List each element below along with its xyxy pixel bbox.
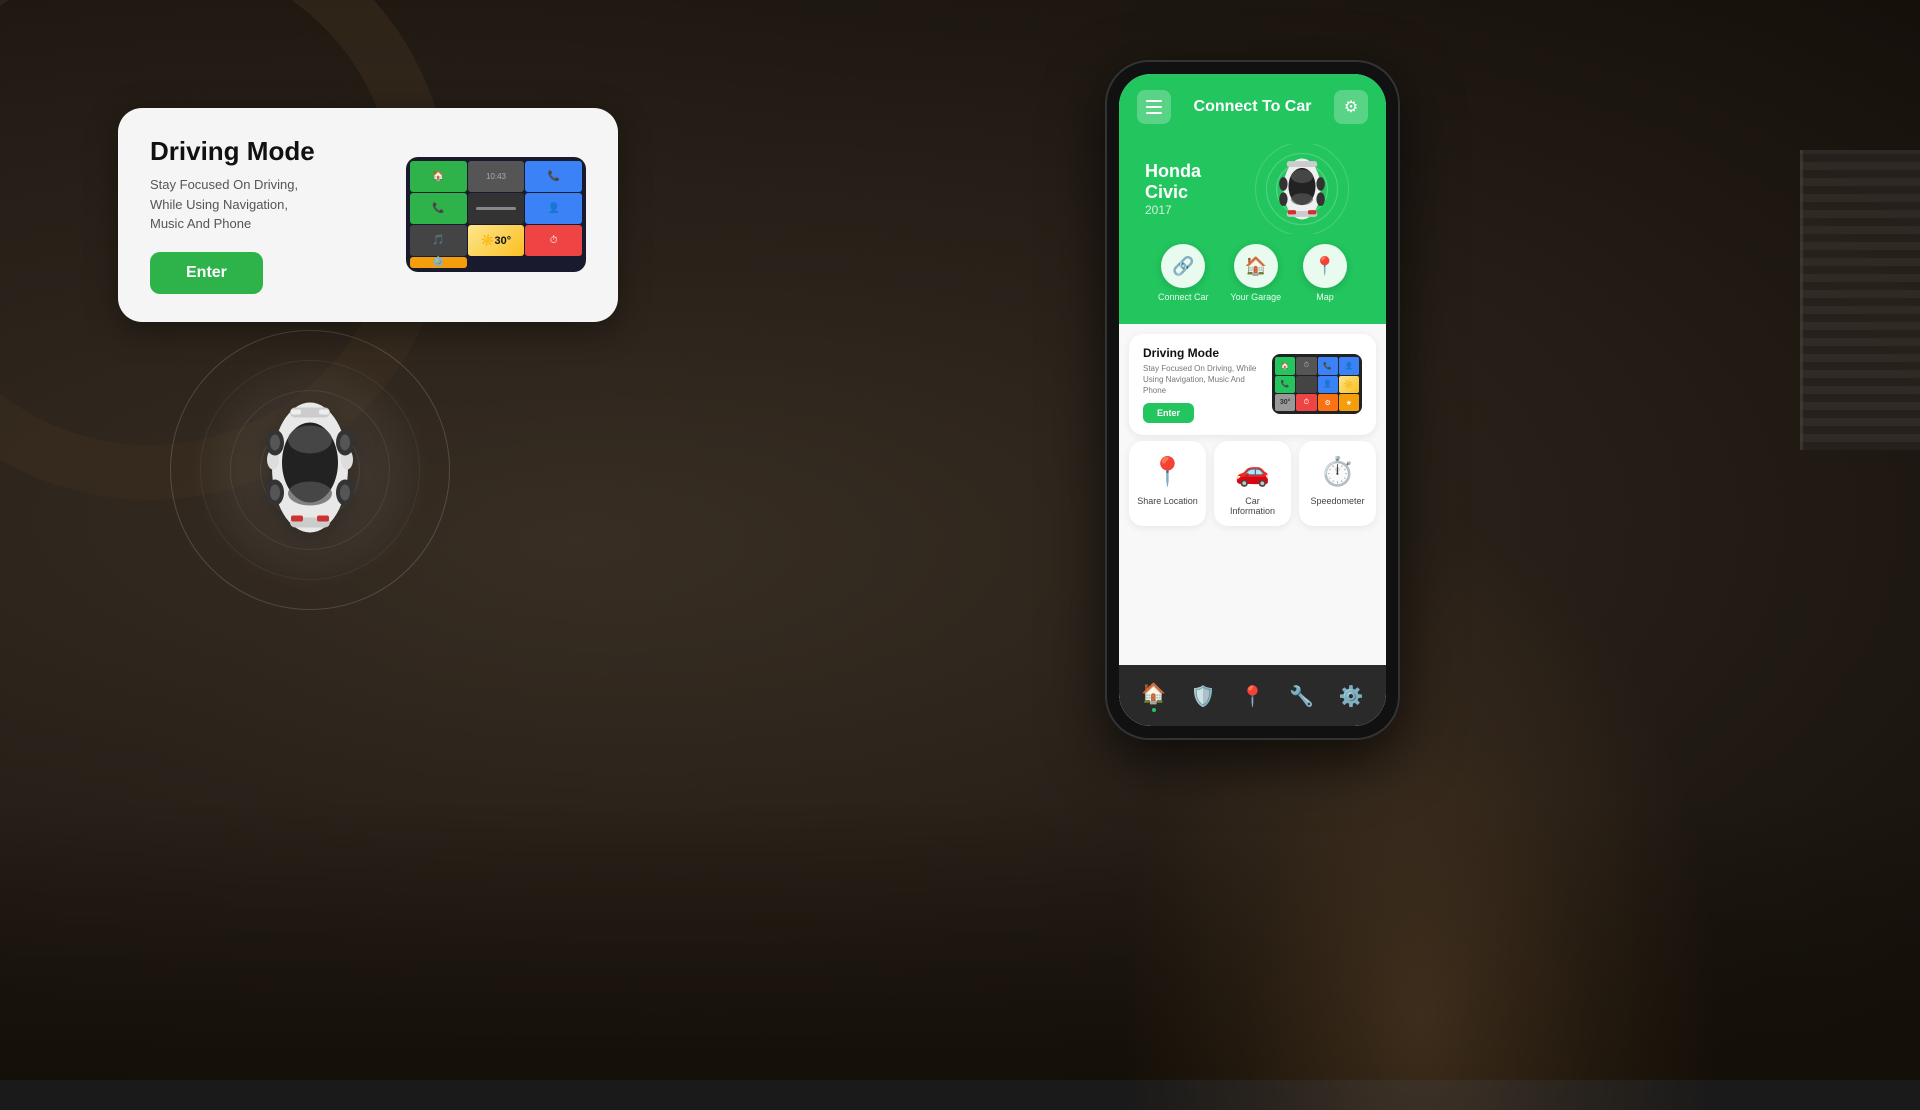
share-location-label: Share Location	[1137, 496, 1198, 506]
speedometer-item[interactable]: ⏱️ Speedometer	[1299, 441, 1376, 526]
driving-mode-preview: 🏠 10:43 📞 📞 👤 🎵 ☀️30° ⏱ ⚙️	[406, 157, 586, 272]
share-location-item[interactable]: 📍 Share Location	[1129, 441, 1206, 526]
car-top-view-left	[255, 388, 365, 553]
car-information-icon: 🚗	[1235, 455, 1270, 488]
phone-body: Driving Mode Stay Focused On Driving, Wh…	[1119, 324, 1386, 665]
speedometer-label: Speedometer	[1310, 496, 1364, 506]
enter-button[interactable]: Enter	[150, 252, 263, 294]
menu-line-1	[1146, 100, 1162, 102]
quick-actions-row: 🔗 Connect Car 🏠 Your Garage 📍 Map	[1137, 238, 1368, 312]
car-name: Honda Civic	[1145, 161, 1245, 203]
phone-driving-title: Driving Mode	[1143, 346, 1262, 360]
nav-garage[interactable]: 🔧	[1281, 680, 1322, 713]
speedometer-icon: ⏱️	[1320, 455, 1355, 488]
driving-mode-title: Driving Mode	[150, 136, 386, 167]
bottom-nav: 🏠 🛡️ 📍 🔧 ⚙️	[1119, 665, 1386, 726]
car-float-decoration	[170, 330, 450, 615]
settings-icon: ⚙️	[1339, 684, 1364, 709]
nav-location[interactable]: 📍	[1232, 680, 1273, 713]
shield-icon: 🛡️	[1191, 684, 1216, 709]
phone-screen: Connect To Car ⚙ Honda Civic 2017	[1119, 74, 1386, 726]
vent-decoration	[1800, 150, 1920, 450]
location-icon: 📍	[1240, 684, 1265, 709]
your-garage-action[interactable]: 🏠 Your Garage	[1230, 244, 1281, 302]
map-action[interactable]: 📍 Map	[1303, 244, 1347, 302]
menu-button[interactable]	[1137, 90, 1171, 124]
share-location-icon: 📍	[1150, 455, 1185, 488]
driving-mode-card: Driving Mode Stay Focused On Driving, Wh…	[118, 108, 618, 322]
phone-container: Connect To Car ⚙ Honda Civic 2017	[1105, 60, 1400, 740]
phone-enter-button[interactable]: Enter	[1143, 403, 1194, 423]
car-information-item[interactable]: 🚗 Car Information	[1214, 441, 1291, 526]
driving-mode-description: Stay Focused On Driving, While Using Nav…	[150, 175, 386, 234]
nav-shield[interactable]: 🛡️	[1183, 680, 1224, 713]
menu-line-3	[1146, 112, 1162, 114]
your-garage-label: Your Garage	[1230, 292, 1281, 302]
car-information-label: Car Information	[1222, 496, 1283, 516]
connect-to-car-title: Connect To Car	[1194, 98, 1312, 116]
home-icon: 🏠	[1141, 681, 1166, 706]
phone-driving-description: Stay Focused On Driving, While Using Nav…	[1143, 363, 1262, 397]
phone-driving-preview: 🏠 ⏱ 📞 👤 📞 👤 ☀️ 30° ⏱ ⚙ ★	[1272, 354, 1362, 414]
garage-icon: 🔧	[1289, 684, 1314, 709]
phone-header: Connect To Car ⚙ Honda Civic 2017	[1119, 74, 1386, 324]
phone-driving-mode-card: Driving Mode Stay Focused On Driving, Wh…	[1129, 334, 1376, 435]
connect-car-action[interactable]: 🔗 Connect Car	[1158, 244, 1209, 302]
feature-grid: 📍 Share Location 🚗 Car Information ⏱️ Sp…	[1119, 441, 1386, 534]
car-year: 2017	[1145, 203, 1245, 217]
phone-mockup: Connect To Car ⚙ Honda Civic 2017	[1105, 60, 1400, 740]
connect-car-label: Connect Car	[1158, 292, 1209, 302]
settings-button[interactable]: ⚙	[1334, 90, 1368, 124]
nav-home[interactable]: 🏠	[1133, 677, 1174, 716]
nav-settings[interactable]: ⚙️	[1331, 680, 1372, 713]
car-image-phone	[1245, 144, 1360, 234]
map-label: Map	[1316, 292, 1334, 302]
dashboard-console	[0, 800, 1920, 1080]
menu-line-2	[1146, 106, 1162, 108]
